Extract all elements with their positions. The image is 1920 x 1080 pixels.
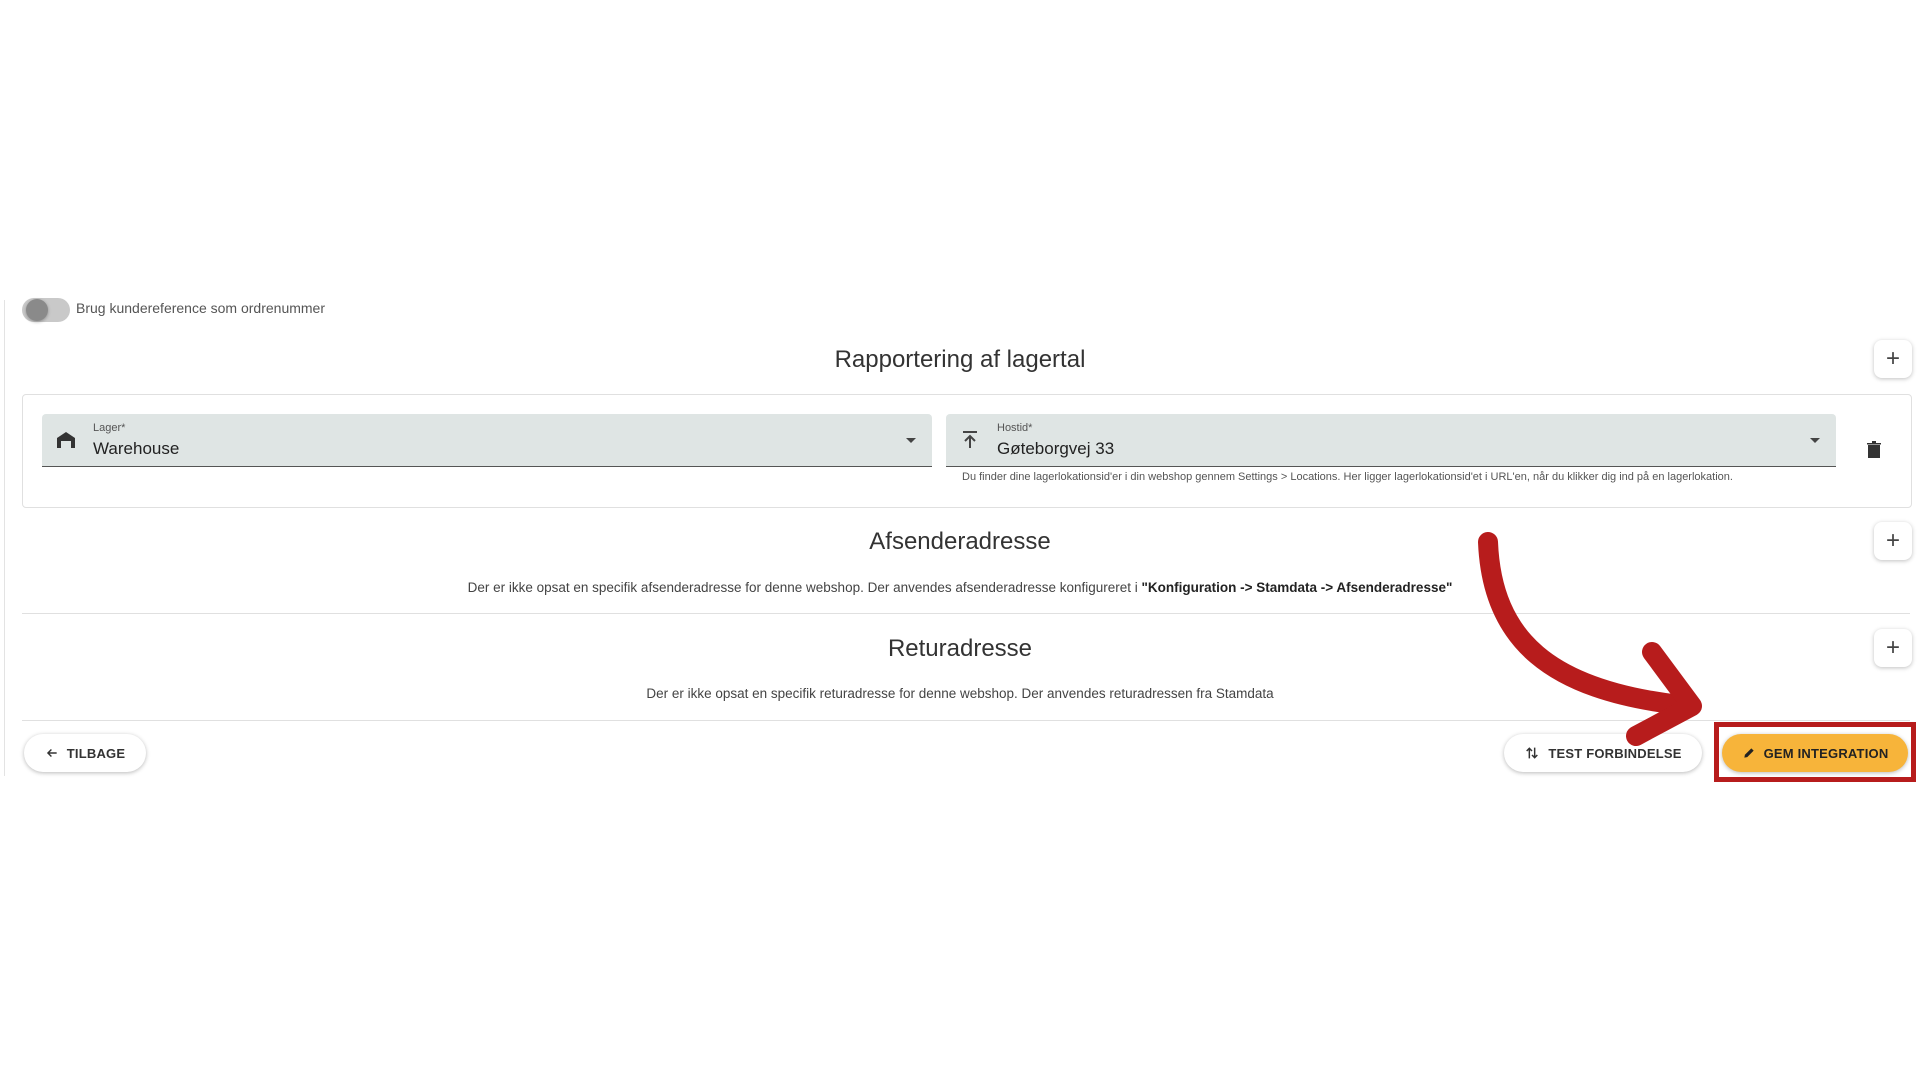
- annotation-arrow-icon: [1478, 532, 1702, 746]
